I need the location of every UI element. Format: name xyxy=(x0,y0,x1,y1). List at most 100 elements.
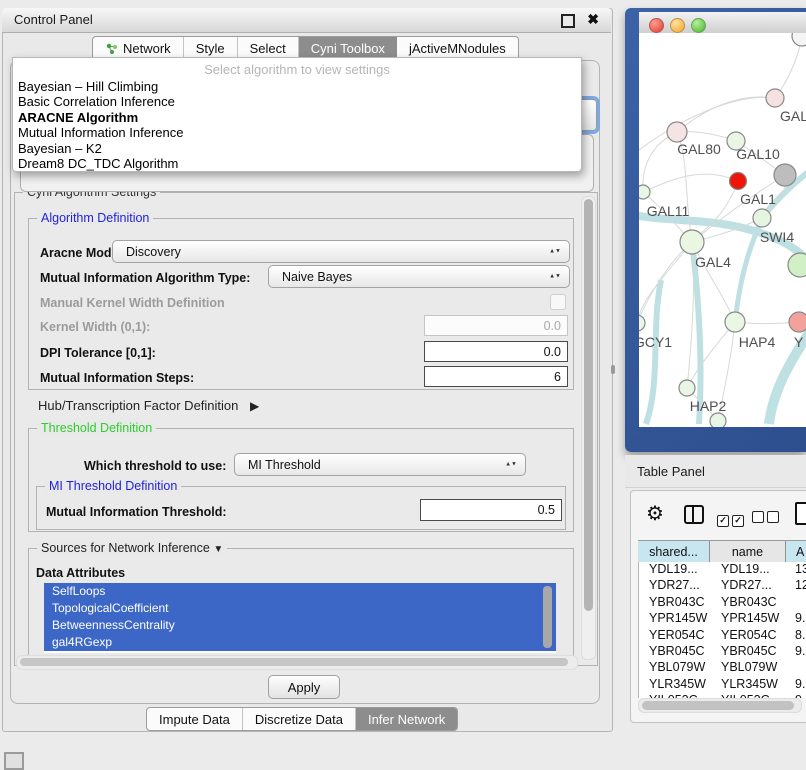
network-node[interactable] xyxy=(639,315,645,331)
float-window-icon[interactable] xyxy=(561,14,575,28)
gear-icon[interactable]: ⚙ xyxy=(646,501,664,526)
network-icon xyxy=(105,42,118,55)
network-node[interactable] xyxy=(753,209,771,227)
table-cell: YBL079W xyxy=(639,660,711,676)
table-row[interactable]: YDR27...YDR27...12 xyxy=(639,578,806,594)
tab-style[interactable]: Style xyxy=(184,37,238,59)
tab-select[interactable]: Select xyxy=(238,37,299,59)
dropdown-item[interactable]: Basic Correlation Inference xyxy=(13,94,581,109)
which-threshold-combobox[interactable]: MI Threshold ▲▼ xyxy=(234,453,526,476)
network-window-titlebar[interactable] xyxy=(639,12,806,34)
dropdown-item-aracne[interactable]: ARACNE Algorithm xyxy=(13,110,581,125)
mi-steps-field[interactable]: 6 xyxy=(424,366,568,387)
network-node[interactable] xyxy=(725,312,745,332)
mi-type-combobox[interactable]: Naive Bayes ▲▼ xyxy=(268,265,570,288)
table-cell: YER054C xyxy=(639,628,711,644)
network-node[interactable] xyxy=(766,89,784,107)
table-cell xyxy=(787,595,806,611)
hub-definition-expander[interactable]: Hub/Transcription Factor Definition ▶ xyxy=(38,398,259,413)
tab-cyni-toolbox[interactable]: Cyni Toolbox xyxy=(299,37,397,59)
apply-button[interactable]: Apply xyxy=(268,675,340,699)
dropdown-item[interactable]: Dream8 DC_TDC Algorithm xyxy=(13,156,581,171)
list-item[interactable]: BetweennessCentrality xyxy=(44,617,556,634)
list-scrollbar-thumb[interactable] xyxy=(543,586,552,648)
select-all-icon[interactable]: ✓✓ xyxy=(717,510,744,528)
zoom-traffic-light-icon[interactable] xyxy=(691,18,706,33)
node-label: GAL80 xyxy=(677,141,721,157)
dropdown-item[interactable]: Bayesian – K2 xyxy=(13,141,581,156)
tab-network[interactable]: Network xyxy=(93,37,184,59)
tab-jactivemnodules[interactable]: jActiveMNodules xyxy=(397,37,518,59)
table-cell: YBL079W xyxy=(711,660,787,676)
column-header-name[interactable]: name xyxy=(710,541,786,562)
table-row[interactable]: YBL079WYBL079W xyxy=(639,660,806,676)
combo-arrows-icon: ▲▼ xyxy=(549,249,561,254)
table-row[interactable]: YPR145WYPR145W9. xyxy=(639,611,806,627)
list-item[interactable]: SelfLoops xyxy=(44,583,556,600)
table-header: shared... name A xyxy=(638,540,806,563)
list-item[interactable]: gal4RGexp xyxy=(44,634,556,651)
scrollbar-thumb[interactable] xyxy=(20,658,568,666)
scrollbar-thumb[interactable] xyxy=(584,199,593,611)
close-icon[interactable]: ✖ xyxy=(587,11,599,28)
dpi-tolerance-field[interactable]: 0.0 xyxy=(424,341,568,362)
table-row[interactable]: YDL19...YDL19...13 xyxy=(639,562,806,578)
document-icon[interactable] xyxy=(795,502,806,525)
data-attributes-list[interactable]: SelfLoops TopologicalCoefficient Between… xyxy=(44,583,556,653)
table-row[interactable]: YLR345WYLR345W9. xyxy=(639,677,806,693)
minimize-traffic-light-icon[interactable] xyxy=(670,18,685,33)
network-node[interactable] xyxy=(730,173,747,190)
network-node[interactable] xyxy=(680,230,704,254)
scrollbar-thumb[interactable] xyxy=(642,701,794,710)
algorithm-dropdown-list: Select algorithm to view settings Bayesi… xyxy=(12,57,582,172)
column-header-3[interactable]: A xyxy=(786,541,806,562)
close-traffic-light-icon[interactable] xyxy=(649,18,664,33)
expander-arrow-icon: ▶ xyxy=(250,399,259,413)
tab-discretize-data[interactable]: Discretize Data xyxy=(243,708,356,730)
algorithm-definition-title: Algorithm Definition xyxy=(37,211,153,225)
aracne-mode-combobox[interactable]: Discovery ▲▼ xyxy=(112,240,570,263)
table-row[interactable]: YBR045CYBR045C9. xyxy=(639,644,806,660)
network-node[interactable] xyxy=(639,185,650,199)
network-canvas[interactable]: GALGAL80GAL10GAL1GAL11GAL4GCY1HAP4YHAP2S… xyxy=(639,33,806,427)
settings-horizontal-scrollbar[interactable] xyxy=(16,655,578,670)
mi-type-label: Mutual Information Algorithm Type: xyxy=(40,271,250,285)
network-node[interactable] xyxy=(710,413,726,427)
network-node[interactable] xyxy=(789,312,806,332)
table-row[interactable]: YER054CYER054C8. xyxy=(639,628,806,644)
window-title: Control Panel xyxy=(14,12,93,27)
control-panel-titlebar[interactable]: Control Panel ✖ xyxy=(2,8,611,33)
node-label: GAL11 xyxy=(647,203,690,219)
dropdown-item[interactable]: Mutual Information Inference xyxy=(13,125,581,140)
table-body: YDL19...YDL19...13YDR27...YDR27...12YBR0… xyxy=(638,562,806,698)
dropdown-prompt: Select algorithm to view settings xyxy=(13,58,581,79)
deselect-all-icon[interactable] xyxy=(752,510,779,528)
network-node[interactable] xyxy=(774,164,796,186)
collapsed-panel-icon[interactable] xyxy=(4,752,24,770)
split-panel-icon[interactable] xyxy=(684,505,704,524)
network-node[interactable] xyxy=(788,253,806,277)
node-label: HAP4 xyxy=(739,334,776,350)
sources-group-title[interactable]: Sources for Network Inference ▼ xyxy=(37,541,227,555)
manual-kernel-checkbox[interactable] xyxy=(550,294,566,310)
table-row[interactable]: YBR043CYBR043C xyxy=(639,595,806,611)
node-label: Y xyxy=(794,334,804,350)
dpi-tolerance-label: DPI Tolerance [0,1]: xyxy=(40,346,156,360)
column-header-shared[interactable]: shared... xyxy=(638,541,710,562)
settings-vertical-scrollbar[interactable] xyxy=(581,196,596,660)
table-panel-titlebar[interactable]: Table Panel xyxy=(625,455,806,488)
table-cell: 9. xyxy=(787,644,806,660)
list-item[interactable]: TopologicalCoefficient xyxy=(44,600,556,617)
kernel-width-field[interactable]: 0.0 xyxy=(424,315,568,336)
network-node[interactable] xyxy=(792,33,806,46)
tab-impute-data[interactable]: Impute Data xyxy=(147,708,243,730)
collapse-arrow-icon: ▼ xyxy=(213,544,223,555)
table-horizontal-scrollbar[interactable] xyxy=(638,698,802,713)
network-node[interactable] xyxy=(679,380,695,396)
node-label: GAL10 xyxy=(736,146,780,162)
mi-threshold-field[interactable]: 0.5 xyxy=(420,499,562,521)
tab-infer-network[interactable]: Infer Network xyxy=(356,708,457,730)
dropdown-item[interactable]: Bayesian – Hill Climbing xyxy=(13,79,581,94)
network-node[interactable] xyxy=(667,122,687,142)
panel-splitter-handle[interactable] xyxy=(611,365,615,374)
